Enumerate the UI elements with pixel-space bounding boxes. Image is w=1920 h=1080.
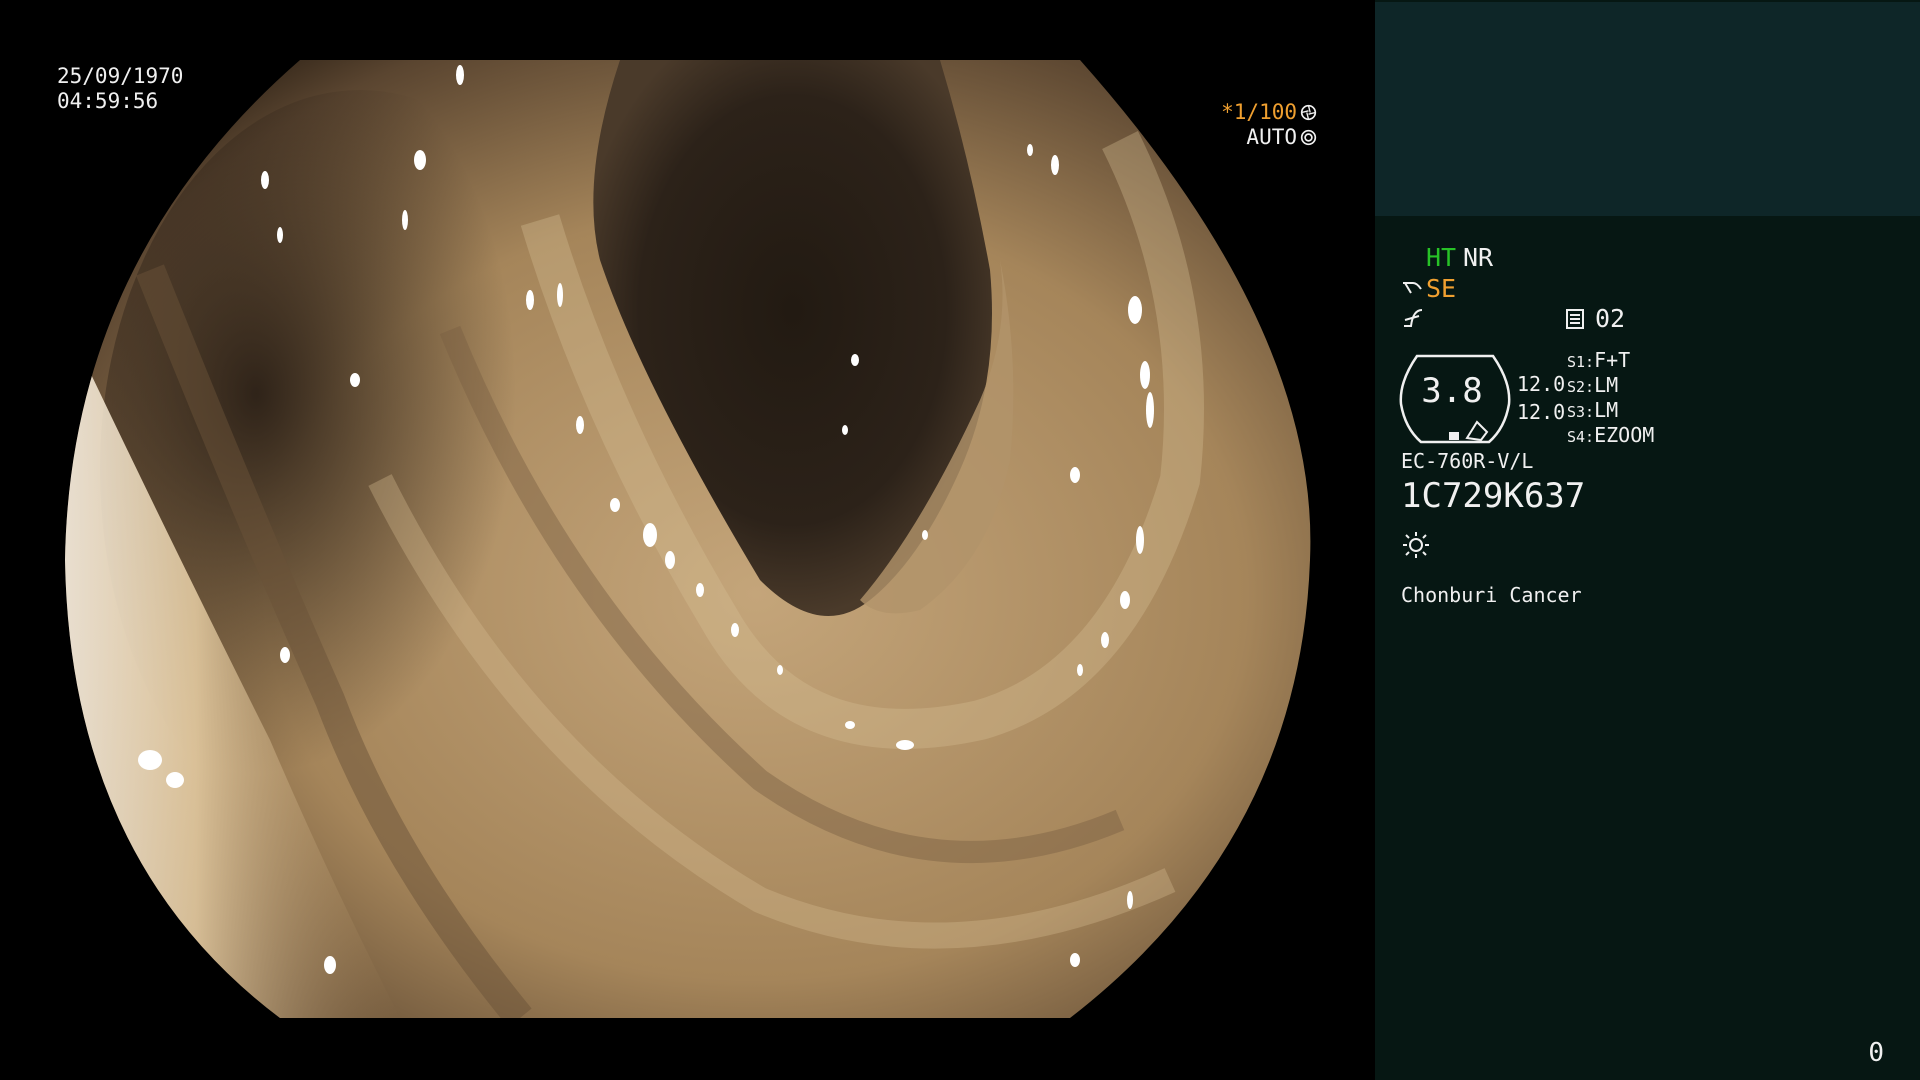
gamma-curve-icon [1404, 309, 1423, 327]
image-counter: 0 [1868, 1038, 1884, 1068]
se-indicator: SE [1426, 274, 1457, 303]
light-source-icon [1403, 532, 1429, 558]
switch-key: S1: [1567, 353, 1595, 371]
exposure-settings: *1/100 AUTO [1221, 100, 1317, 150]
scope-model: EC-760R-V/L [1401, 449, 1534, 473]
switch-value: LM [1594, 373, 1619, 397]
ht-indicator: HT [1426, 243, 1457, 272]
aperture-icon [1300, 104, 1317, 121]
date-label: 25/09/1970 [57, 64, 184, 88]
scope-serial-number: 1C729K637 [1401, 476, 1586, 516]
parameter-2: 12.0 [1517, 400, 1566, 424]
time-label: 04:59:56 [57, 89, 159, 113]
info-panel: HT NR SE 02 3.8 12.0 12.0 S1:F+T S2:LM S… [1375, 0, 1920, 1080]
switch-2: S2:LM [1567, 372, 1618, 400]
switch-key: S3: [1567, 403, 1595, 421]
memory-value: 02 [1595, 304, 1626, 333]
date-time-display: 25/09/1970 04:59:56 [57, 64, 183, 114]
endoscopic-image [65, 60, 1311, 1018]
switch-value: EZOOM [1594, 423, 1655, 447]
exposure-mode-label: AUTO [1246, 125, 1297, 149]
zoom-value: 3.8 [1421, 371, 1483, 411]
switch-value: F+T [1594, 348, 1631, 372]
switch-value: LM [1594, 398, 1619, 422]
memory-card-icon [1566, 309, 1584, 329]
switch-key: S2: [1567, 378, 1595, 396]
shutter-speed-label: *1/100 [1221, 100, 1297, 124]
nr-indicator: NR [1463, 243, 1494, 272]
switch-key: S4: [1567, 428, 1595, 446]
endoscopy-viewport: 25/09/1970 04:59:56 *1/100 AUTO [0, 0, 1375, 1080]
switch-4: S4:EZOOM [1567, 422, 1654, 450]
parameter-1: 12.0 [1517, 372, 1566, 396]
switch-1: S1:F+T [1567, 347, 1630, 375]
hospital-name: Chonburi Cancer [1401, 583, 1582, 607]
switch-3: S3:LM [1567, 397, 1618, 425]
structure-enhance-icon [1403, 282, 1422, 294]
iris-icon [1300, 129, 1317, 146]
panel-header-area [1375, 2, 1920, 216]
